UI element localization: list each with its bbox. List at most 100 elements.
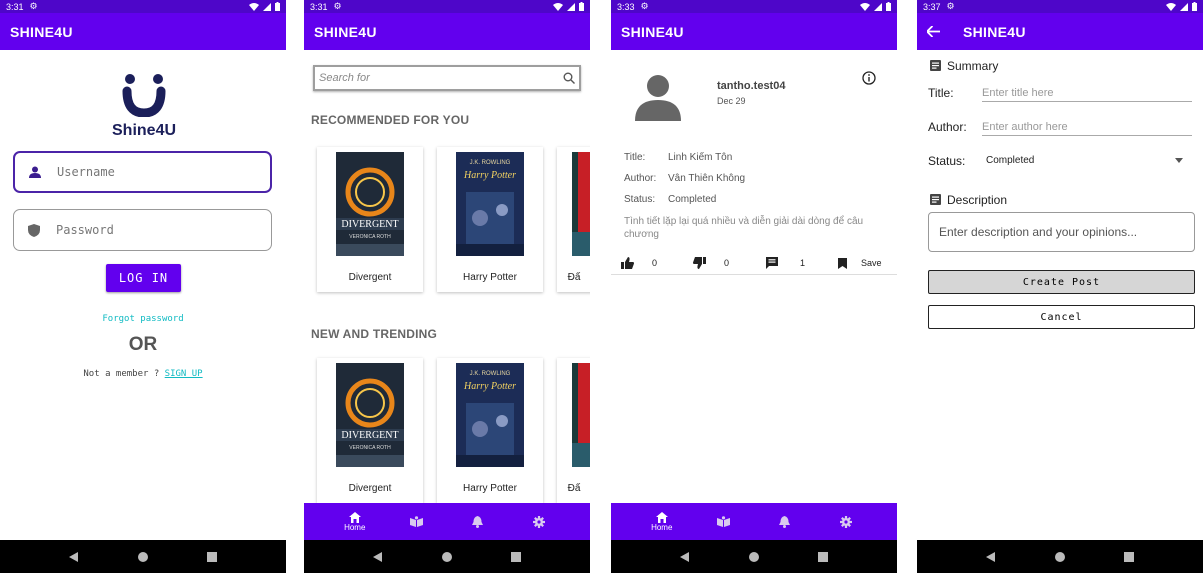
- wifi-icon: [1166, 2, 1176, 11]
- recents-icon[interactable]: [510, 551, 521, 562]
- app-title: SHINE4U: [10, 23, 73, 40]
- recommended-section-title: RECOMMENDED FOR YOU: [311, 113, 470, 127]
- post-detail-screen: 3:33 ⚙ SHINE4U tantho.test04 Dec 29 Titl…: [611, 0, 897, 573]
- logo-icon: [122, 74, 166, 118]
- post-username[interactable]: tantho.test04: [717, 80, 785, 92]
- status-selected: Completed: [986, 155, 1035, 166]
- nav-settings[interactable]: [519, 515, 559, 528]
- wifi-icon: [860, 2, 870, 11]
- recents-icon[interactable]: [1123, 551, 1134, 562]
- comment-count: 1: [800, 258, 806, 268]
- nav-settings[interactable]: [826, 515, 866, 528]
- divergent-cover: DIVERGENT VERONICA ROTH: [336, 363, 404, 467]
- book-card-partial[interactable]: Đấ: [557, 358, 590, 503]
- book-card-harry-potter[interactable]: J.K. ROWLING Harry Potter Harry Potter: [437, 147, 543, 292]
- recents-icon[interactable]: [206, 551, 217, 562]
- search-input[interactable]: Search for: [313, 65, 581, 91]
- divergent-cover-title: DIVERGENT: [341, 219, 398, 230]
- summary-heading: Summary: [947, 59, 999, 73]
- back-icon[interactable]: [69, 551, 79, 562]
- forgot-password-link[interactable]: Forgot password: [102, 314, 183, 324]
- recents-icon[interactable]: [817, 551, 828, 562]
- book-card-harry-potter[interactable]: J.K. ROWLING Harry Potter Harry Potter: [437, 358, 543, 503]
- status-time: 3:31: [310, 1, 328, 12]
- back-arrow-icon[interactable]: [927, 26, 940, 37]
- system-nav-bar: [304, 540, 590, 573]
- bell-icon: [472, 515, 484, 528]
- description-heading: Description: [947, 193, 1008, 207]
- nav-home[interactable]: Home: [642, 511, 682, 532]
- nav-home-label: Home: [651, 522, 673, 532]
- post-body: Tình tiết lặp lại quá nhiều và diễn giải…: [624, 216, 864, 240]
- book-card-divergent[interactable]: DIVERGENT VERONICA ROTH Divergent: [317, 358, 423, 503]
- nav-library[interactable]: [396, 516, 436, 527]
- title-key: Title:: [624, 152, 646, 163]
- or-divider: OR: [128, 334, 158, 355]
- status-dropdown[interactable]: Completed: [986, 155, 1183, 166]
- hp-cover-author: J.K. ROWLING: [470, 371, 511, 377]
- save-label: Save: [861, 258, 882, 268]
- signal-icon: [263, 2, 271, 11]
- settings-notification-icon: ⚙: [333, 1, 342, 11]
- search-icon[interactable]: [563, 72, 575, 84]
- status-time: 3:37: [923, 1, 941, 12]
- status-bar: 3:37 ⚙: [917, 0, 1203, 13]
- back-icon[interactable]: [680, 551, 690, 562]
- battery-icon: [886, 2, 891, 11]
- divergent-cover-title: DIVERGENT: [341, 430, 398, 441]
- system-nav-bar: [917, 540, 1203, 573]
- login-button[interactable]: LOG IN: [106, 264, 181, 292]
- divergent-cover-author: VERONICA ROTH: [349, 445, 391, 451]
- summary-icon: [930, 60, 941, 71]
- book-title: Divergent: [348, 272, 392, 283]
- nav-library[interactable]: [703, 516, 743, 527]
- settings-notification-icon: ⚙: [29, 1, 38, 11]
- username-input[interactable]: Username: [13, 151, 272, 193]
- book-card-partial[interactable]: Đấ: [557, 147, 590, 292]
- bottom-nav: Home: [611, 503, 897, 540]
- dislike-button[interactable]: 0: [693, 253, 729, 273]
- hp-cover-title: Harry Potter: [463, 170, 516, 181]
- system-nav-bar: [0, 540, 286, 573]
- avatar: [635, 75, 681, 121]
- battery-icon: [275, 2, 280, 11]
- author-input[interactable]: Enter author here: [982, 121, 1192, 136]
- login-screen: 3:31 ⚙ SHINE4U Shine4U Username Password…: [0, 0, 286, 573]
- status-bar: 3:31 ⚙: [304, 0, 590, 13]
- status-label: Status:: [928, 154, 966, 168]
- home-icon: [655, 511, 668, 523]
- save-button[interactable]: Save: [838, 253, 882, 273]
- home-circle-icon[interactable]: [441, 551, 452, 562]
- nav-home[interactable]: Home: [335, 511, 375, 532]
- title-input[interactable]: Enter title here: [982, 87, 1192, 102]
- app-title: SHINE4U: [621, 23, 684, 40]
- signal-icon: [874, 2, 882, 11]
- author-key: Author:: [624, 173, 657, 184]
- gear-icon: [533, 515, 546, 528]
- home-circle-icon[interactable]: [137, 551, 148, 562]
- system-nav-bar: [611, 540, 897, 573]
- password-placeholder: Password: [56, 223, 114, 237]
- nav-notifications[interactable]: [458, 515, 498, 528]
- back-icon[interactable]: [373, 551, 383, 562]
- home-circle-icon[interactable]: [1054, 551, 1065, 562]
- partial-cover: [572, 152, 590, 256]
- app-bar: SHINE4U: [611, 13, 897, 50]
- description-input[interactable]: Enter description and your opinions...: [928, 212, 1195, 252]
- gear-icon: [840, 515, 853, 528]
- create-post-button[interactable]: Create Post: [928, 270, 1195, 294]
- nav-notifications[interactable]: [765, 515, 805, 528]
- app-bar: SHINE4U: [304, 13, 590, 50]
- wifi-icon: [553, 2, 563, 11]
- comment-button[interactable]: 1: [766, 253, 805, 273]
- info-icon[interactable]: [862, 71, 876, 85]
- back-icon[interactable]: [986, 551, 996, 562]
- cancel-button[interactable]: Cancel: [928, 305, 1195, 329]
- password-input[interactable]: Password: [13, 209, 272, 251]
- signup-link[interactable]: SIGN UP: [165, 369, 203, 379]
- trending-section-title: NEW AND TRENDING: [311, 327, 438, 341]
- home-circle-icon[interactable]: [748, 551, 759, 562]
- book-card-divergent[interactable]: DIVERGENT VERONICA ROTH Divergent: [317, 147, 423, 292]
- signal-icon: [1180, 2, 1188, 11]
- like-button[interactable]: 0: [621, 253, 657, 273]
